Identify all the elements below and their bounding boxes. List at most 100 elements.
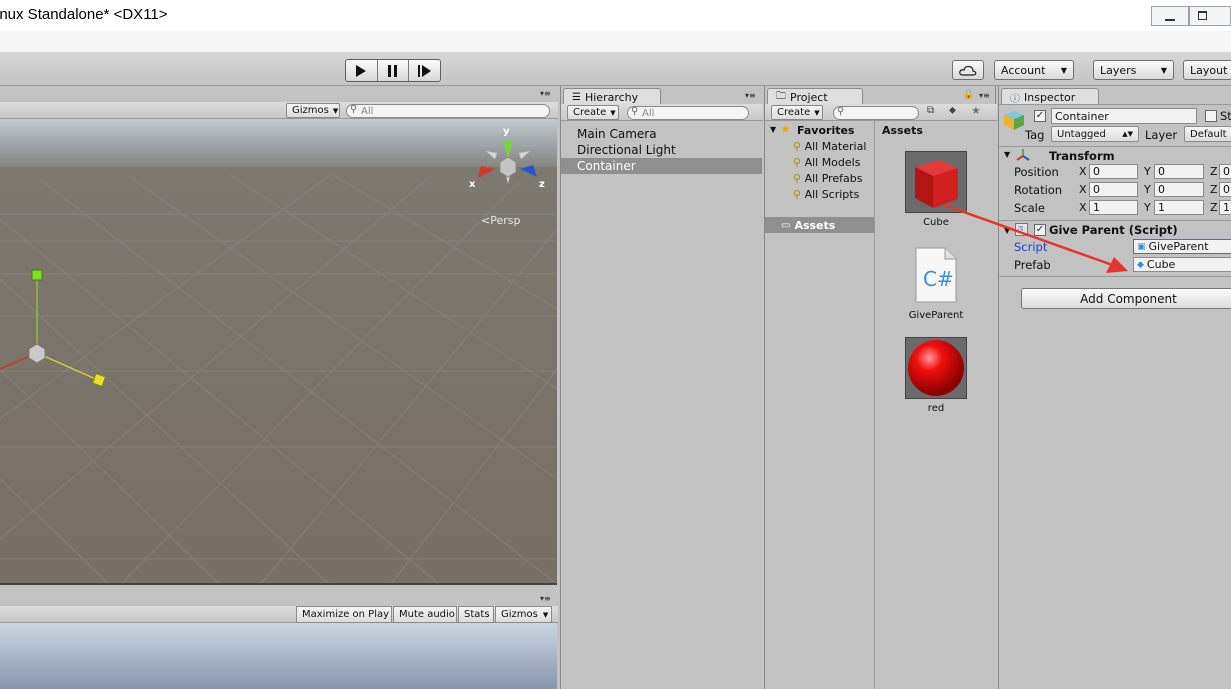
chevron-down-icon: ▼ bbox=[1160, 65, 1167, 75]
lock-icon[interactable]: 🔒 bbox=[963, 90, 974, 100]
play-icon bbox=[356, 64, 367, 77]
position-z-field[interactable]: 0 bbox=[1219, 164, 1231, 179]
mute-audio-label: Mute audio bbox=[399, 609, 455, 620]
game-view[interactable] bbox=[0, 623, 557, 689]
panel-menu-icon[interactable]: ▾≡ bbox=[540, 89, 551, 98]
play-button[interactable] bbox=[346, 60, 378, 81]
chevron-down-icon: ▼ bbox=[1060, 65, 1067, 75]
minimize-button[interactable] bbox=[1151, 6, 1189, 26]
favorite-star-icon[interactable]: ★ bbox=[971, 104, 981, 117]
layout-dropdown[interactable]: Layout bbox=[1183, 60, 1231, 80]
maximize-on-play-toggle[interactable]: Maximize on Play bbox=[296, 606, 392, 623]
scene-search-placeholder: All bbox=[361, 105, 374, 117]
window-title: inux Standalone* <DX11> bbox=[0, 6, 168, 23]
search-icon: ⚲ bbox=[793, 172, 802, 185]
main-toolbar: Account ▼ Layers ▼ Layout bbox=[0, 53, 1231, 86]
tab-inspector[interactable]: ⓘ Inspector bbox=[1001, 88, 1099, 105]
mute-audio-toggle[interactable]: Mute audio bbox=[393, 606, 457, 623]
rotation-y-field[interactable]: 0 bbox=[1154, 182, 1204, 197]
z-axis-label: Z bbox=[1210, 183, 1218, 196]
project-panel: 🗀 Project 🔒 ▾≡ Create▼ ⧉ ⬥ ★ ▼ ★ Favorite… bbox=[764, 86, 997, 689]
tab-project[interactable]: 🗀 Project bbox=[767, 88, 863, 105]
menu-strip bbox=[0, 31, 1231, 53]
game-toolbar: Maximize on Play Mute audio Stats Gizmos… bbox=[0, 606, 558, 623]
favorite-item-all-models[interactable]: ⚲ All Models bbox=[793, 156, 860, 169]
project-folder-assets[interactable]: ▭ Assets bbox=[765, 217, 874, 233]
asset-label: red bbox=[927, 403, 945, 414]
rotation-z-field[interactable]: 0 bbox=[1219, 182, 1231, 197]
account-dropdown[interactable]: Account ▼ bbox=[994, 60, 1074, 80]
project-create-dropdown[interactable]: Create ▼ bbox=[771, 105, 823, 120]
persp-toggle[interactable]: <Persp bbox=[481, 214, 520, 227]
panel-menu-icon[interactable]: ▾≡ bbox=[540, 594, 551, 603]
chevron-down-icon[interactable]: ▼ bbox=[770, 125, 776, 134]
script-field[interactable]: ▣ GiveParent bbox=[1133, 239, 1231, 254]
filter-by-type-icon[interactable]: ⧉ bbox=[927, 105, 934, 116]
position-x-field[interactable]: 0 bbox=[1089, 164, 1138, 179]
pause-button[interactable] bbox=[377, 60, 410, 81]
hierarchy-item-main-camera[interactable]: Main Camera bbox=[561, 126, 762, 142]
project-search-input[interactable] bbox=[833, 106, 919, 120]
favorite-item-all-prefabs[interactable]: ⚲ All Prefabs bbox=[793, 172, 863, 185]
z-axis-label: Z bbox=[1210, 201, 1218, 214]
stats-toggle[interactable]: Stats bbox=[458, 606, 494, 623]
object-name-field[interactable]: Container bbox=[1051, 108, 1197, 124]
inspector-tab-label: Inspector bbox=[1024, 90, 1076, 104]
folder-icon: 🗀 bbox=[776, 90, 786, 102]
cloud-button[interactable] bbox=[952, 60, 984, 80]
y-axis-label: Y bbox=[1144, 183, 1151, 196]
position-y-field[interactable]: 0 bbox=[1154, 164, 1204, 179]
y-axis-label: Y bbox=[1144, 201, 1151, 214]
panel-menu-icon[interactable]: ▾≡ bbox=[979, 91, 990, 100]
field-value: 1 bbox=[1223, 201, 1230, 214]
orientation-gizmo[interactable] bbox=[470, 129, 550, 204]
maximize-button[interactable] bbox=[1189, 6, 1231, 26]
hierarchy-item-container[interactable]: Container bbox=[561, 158, 762, 174]
scale-z-field[interactable]: 1 bbox=[1219, 200, 1231, 215]
static-checkbox[interactable] bbox=[1205, 110, 1217, 122]
hierarchy-search-input[interactable]: All bbox=[627, 106, 749, 120]
tag-dropdown[interactable]: Untagged ▲▼ bbox=[1051, 126, 1139, 142]
favorite-item-label: All Material bbox=[804, 140, 867, 153]
pause-icon bbox=[388, 64, 397, 77]
layers-label: Layers bbox=[1100, 63, 1137, 77]
favorite-item-all-material[interactable]: ⚲ All Material bbox=[793, 140, 866, 153]
tag-label: Tag bbox=[1025, 128, 1045, 142]
hierarchy-create-dropdown[interactable]: Create ▼ bbox=[567, 105, 619, 120]
stats-label: Stats bbox=[464, 609, 490, 620]
list-icon: ☰ bbox=[572, 91, 581, 103]
layers-dropdown[interactable]: Layers ▼ bbox=[1093, 60, 1174, 80]
scene-search-input[interactable]: All bbox=[346, 104, 550, 118]
scene-gizmos-dropdown[interactable]: Gizmos ▼ bbox=[286, 103, 340, 118]
layer-dropdown[interactable]: Default bbox=[1184, 126, 1231, 142]
scene-view[interactable]: y x z <Persp bbox=[0, 119, 557, 585]
hierarchy-item-directional-light[interactable]: Directional Light bbox=[561, 142, 762, 158]
favorite-item-label: All Models bbox=[804, 156, 861, 169]
gameobject-icon bbox=[1004, 111, 1024, 130]
field-value: 0 bbox=[1223, 183, 1230, 196]
asset-thumbnail-red[interactable] bbox=[905, 337, 967, 399]
info-icon: ⓘ bbox=[1010, 93, 1020, 105]
favorite-item-label: All Scripts bbox=[804, 188, 860, 201]
prefab-field[interactable]: ◆ Cube bbox=[1133, 257, 1231, 272]
script-value: GiveParent bbox=[1148, 240, 1209, 253]
game-gizmos-label: Gizmos bbox=[501, 609, 538, 620]
chevron-down-icon: ▼ bbox=[542, 610, 549, 619]
scale-y-field[interactable]: 1 bbox=[1154, 200, 1204, 215]
chevron-down-icon[interactable]: ▼ bbox=[1004, 150, 1010, 159]
add-component-button[interactable]: Add Component bbox=[1021, 288, 1231, 309]
step-button[interactable] bbox=[409, 60, 440, 81]
object-active-checkbox[interactable]: ✓ bbox=[1034, 110, 1046, 122]
game-gizmos-dropdown[interactable]: Gizmos ▼ bbox=[495, 606, 552, 623]
favorite-item-all-scripts[interactable]: ⚲ All Scripts bbox=[793, 188, 859, 201]
panel-menu-icon[interactable]: ▾≡ bbox=[745, 91, 756, 100]
divider bbox=[999, 146, 1231, 147]
filter-by-label-icon[interactable]: ⬥ bbox=[949, 105, 956, 116]
position-label: Position bbox=[1014, 165, 1059, 179]
search-icon: ⚲ bbox=[793, 140, 802, 153]
hierarchy-item-label: Main Camera bbox=[577, 127, 657, 141]
favorites-label: Favorites bbox=[797, 124, 855, 137]
layer-value: Default bbox=[1190, 128, 1227, 140]
asset-label: GiveParent bbox=[908, 310, 964, 321]
tab-hierarchy[interactable]: ☰ Hierarchy bbox=[563, 88, 661, 105]
